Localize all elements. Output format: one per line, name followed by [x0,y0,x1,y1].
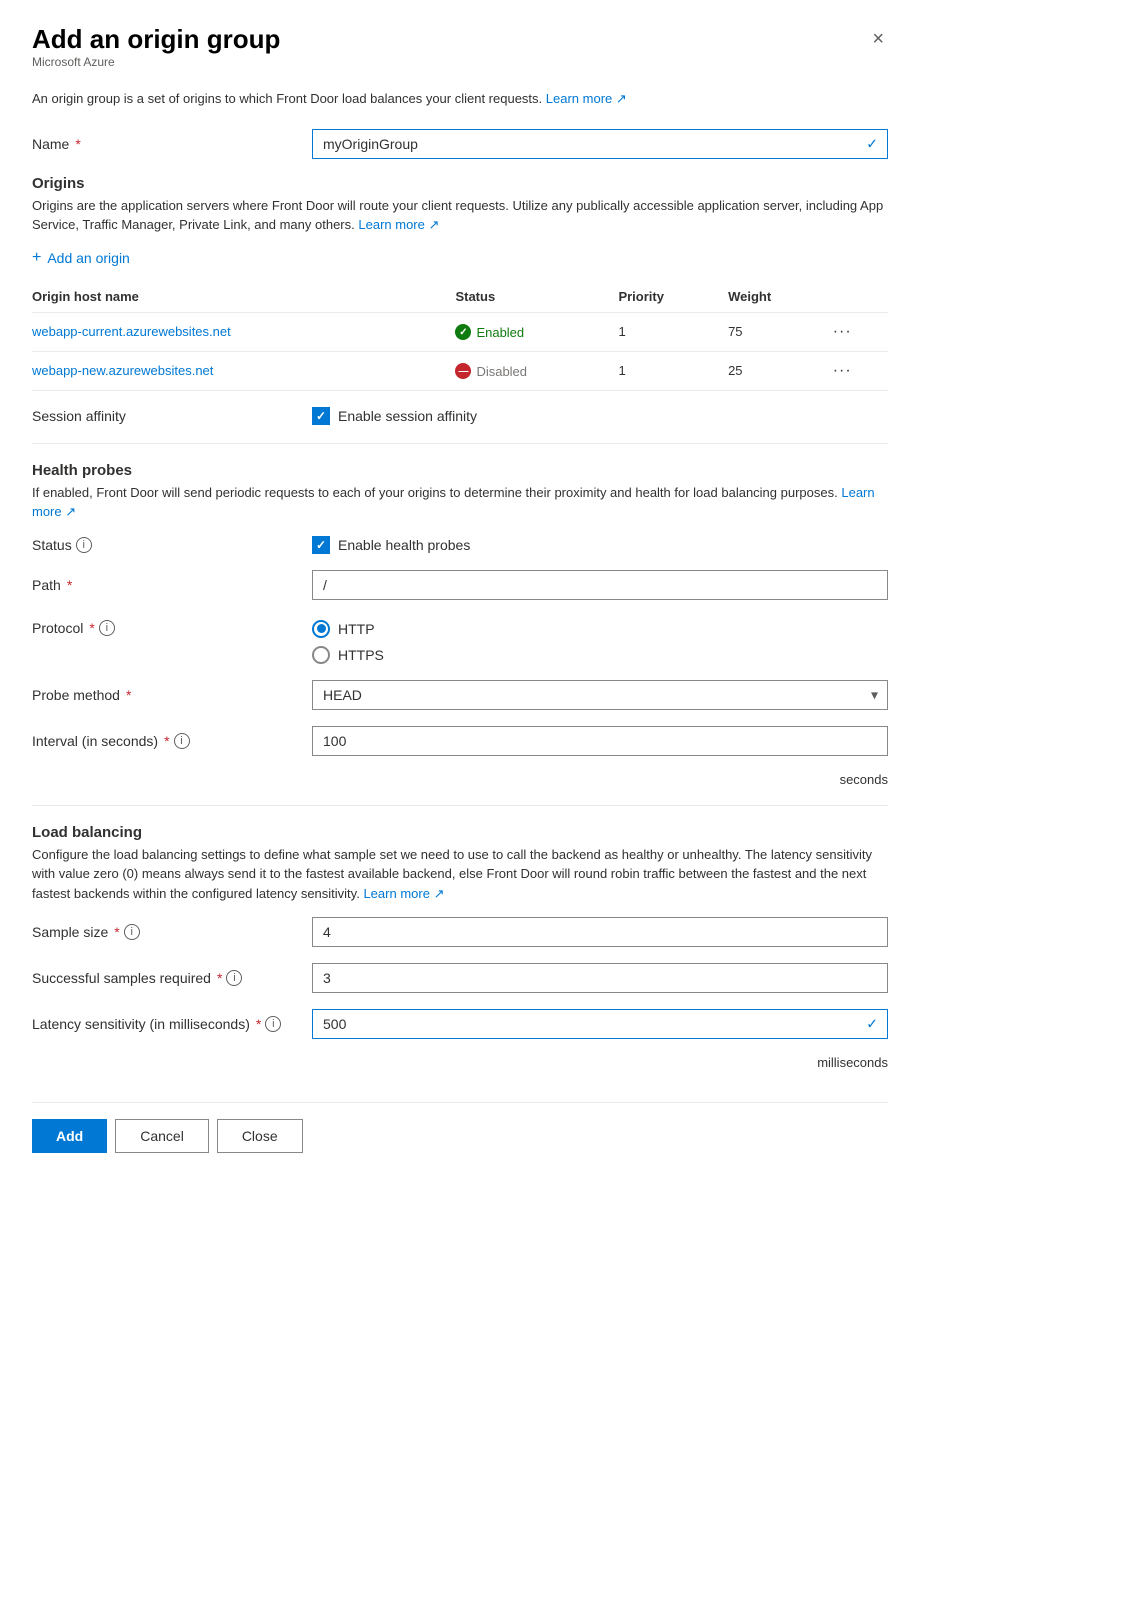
name-label: Name* [32,136,312,152]
priority-cell-1: 1 [618,312,728,351]
status-info-icon: i [76,537,92,553]
status-badge-disabled: Disabled [455,363,527,379]
col-host-header: Origin host name [32,281,455,313]
col-status-header: Status [455,281,618,313]
panel-subtitle: Microsoft Azure [32,55,280,69]
radio-http-row: HTTP [312,620,384,638]
health-probes-checkbox[interactable] [312,536,330,554]
load-balancing-divider [32,805,888,806]
origins-table: Origin host name Status Priority Weight … [32,281,888,391]
session-affinity-checkbox[interactable] [312,407,330,425]
radio-http-label: HTTP [338,621,375,637]
status-badge-enabled: Enabled [455,324,524,340]
close-button[interactable]: Close [217,1119,303,1153]
footer-buttons: Add Cancel Close [32,1102,888,1153]
load-balancing-learn-more-link[interactable]: Learn more ↗ [363,886,444,901]
interval-input[interactable] [312,726,888,756]
session-affinity-checkbox-row: Enable session affinity [312,407,477,425]
weight-cell-1: 75 [728,312,833,351]
table-row: webapp-current.azurewebsites.net Enabled… [32,312,888,351]
load-balancing-title: Load balancing [32,824,888,841]
health-probes-checkbox-row: Enable health probes [312,536,470,554]
close-icon[interactable]: × [868,24,888,55]
priority-cell-2: 1 [618,351,728,390]
cancel-button[interactable]: Cancel [115,1119,209,1153]
successful-samples-info-icon: i [226,970,242,986]
panel-description: An origin group is a set of origins to w… [32,89,888,109]
name-input-wrapper: ✓ [312,129,888,159]
latency-suffix: milliseconds [32,1055,888,1070]
row-action-menu-1[interactable]: ··· [833,323,852,341]
interval-label: Interval (in seconds)* i [32,733,312,749]
origins-section-title: Origins [32,175,888,192]
load-balancing-desc: Configure the load balancing settings to… [32,845,888,904]
radio-https-row: HTTPS [312,646,384,664]
section-divider [32,443,888,444]
probe-method-select-wrapper: HEAD GET ▾ [312,680,888,710]
name-input[interactable] [312,129,888,159]
health-probes-desc: If enabled, Front Door will send periodi… [32,483,888,522]
sample-size-input[interactable] [312,917,888,947]
add-origin-button[interactable]: + Add an origin [32,249,130,267]
origin-host-link-1[interactable]: webapp-current.azurewebsites.net [32,324,231,339]
health-probes-title: Health probes [32,462,888,479]
add-button[interactable]: Add [32,1119,107,1153]
protocol-info-icon: i [99,620,115,636]
successful-samples-input[interactable] [312,963,888,993]
enabled-icon [455,324,471,340]
col-weight-header: Weight [728,281,833,313]
name-check-icon: ✓ [866,135,878,152]
protocol-radio-group: HTTP HTTPS [312,620,384,664]
path-label: Path* [32,577,312,593]
weight-cell-2: 25 [728,351,833,390]
session-affinity-checkbox-label: Enable session affinity [338,408,477,424]
panel-title: Add an origin group [32,24,280,55]
protocol-label: Protocol* i [32,620,312,636]
row-action-menu-2[interactable]: ··· [833,362,852,380]
origin-host-link-2[interactable]: webapp-new.azurewebsites.net [32,363,213,378]
probe-method-label: Probe method* [32,687,312,703]
session-affinity-label: Session affinity [32,408,312,424]
radio-https-label: HTTPS [338,647,384,663]
radio-http[interactable] [312,620,330,638]
latency-info-icon: i [265,1016,281,1032]
latency-input-wrapper: ✓ [312,1009,888,1039]
origins-section-desc: Origins are the application servers wher… [32,196,888,235]
origins-learn-more-link[interactable]: Learn more ↗ [358,217,439,232]
disabled-icon [455,363,471,379]
path-input[interactable] [312,570,888,600]
latency-check-icon: ✓ [866,1016,878,1033]
plus-icon: + [32,249,41,267]
description-learn-more-link[interactable]: Learn more ↗ [546,91,627,106]
successful-samples-label: Successful samples required* i [32,970,312,986]
interval-suffix: seconds [32,772,888,787]
interval-info-icon: i [174,733,190,749]
latency-input[interactable] [312,1009,888,1039]
table-row: webapp-new.azurewebsites.net Disabled 1 … [32,351,888,390]
sample-size-info-icon: i [124,924,140,940]
col-priority-header: Priority [618,281,728,313]
health-status-label: Status i [32,537,312,553]
probe-method-select[interactable]: HEAD GET [312,680,888,710]
radio-https[interactable] [312,646,330,664]
sample-size-label: Sample size* i [32,924,312,940]
latency-label: Latency sensitivity (in milliseconds)* i [32,1016,312,1032]
health-probes-checkbox-label: Enable health probes [338,537,470,553]
